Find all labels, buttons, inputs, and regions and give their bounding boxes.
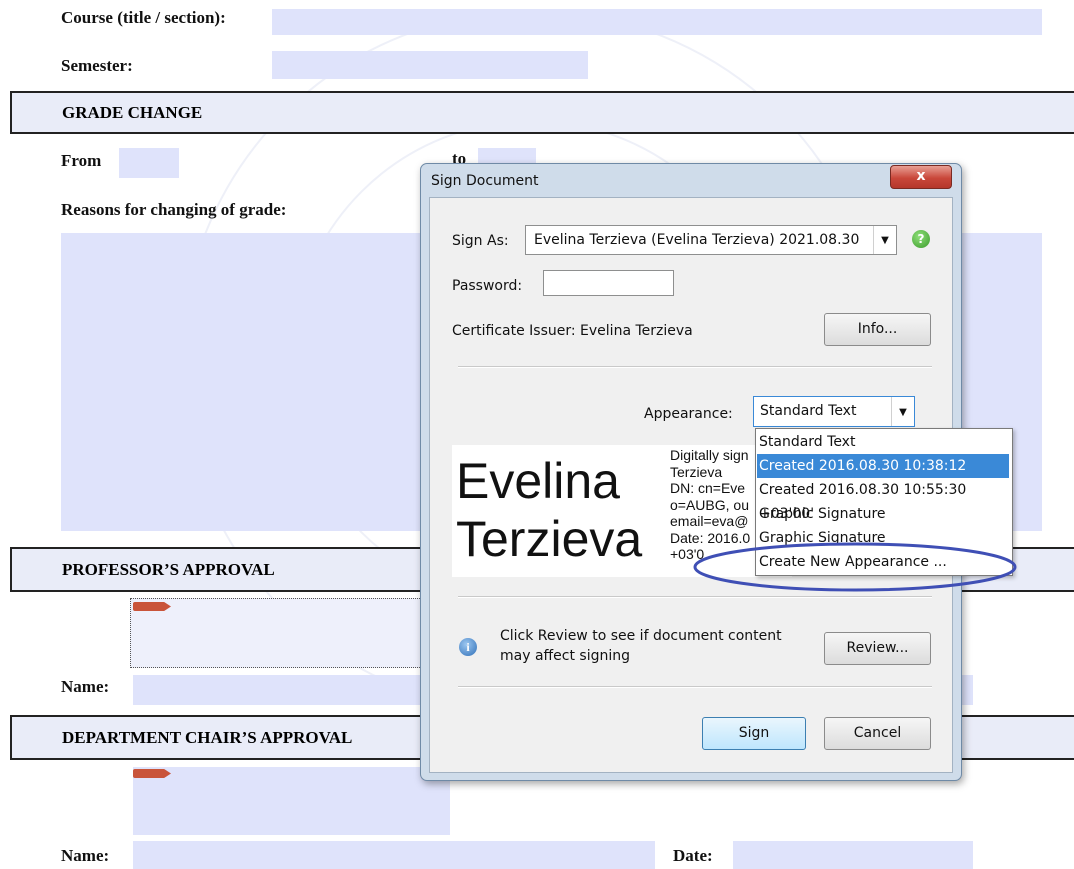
separator-3 [458, 686, 932, 688]
preview-name-line2: Terzieva [456, 511, 643, 567]
sign-as-select[interactable]: Evelina Terzieva (Evelina Terzieva) 2021… [525, 225, 897, 255]
sign-here-tag-1 [133, 602, 171, 611]
dialog-title: Sign Document [431, 173, 539, 189]
chair-signature-box[interactable] [133, 767, 450, 835]
semester-field[interactable] [272, 51, 588, 79]
name-label-1: Name: [61, 677, 110, 696]
professor-signature-box[interactable] [130, 598, 450, 668]
sign-here-tag-2 [133, 769, 171, 778]
from-label: From [61, 151, 102, 170]
course-field[interactable] [272, 9, 1042, 35]
date-label: Date: [673, 846, 713, 865]
cancel-button[interactable]: Cancel [824, 717, 931, 750]
sign-button[interactable]: Sign [702, 717, 806, 750]
professor-heading: PROFESSOR’S APPROVAL [62, 560, 275, 579]
preview-detail-line: Digitally sign [670, 447, 749, 463]
chevron-down-icon: ▼ [891, 397, 914, 426]
chevron-down-icon: ▼ [873, 226, 896, 254]
appearance-label: Appearance: [644, 406, 733, 422]
appearance-option[interactable]: Created 2016.08.30 10:55:30 +03'00' [757, 478, 1009, 522]
date-field[interactable] [733, 841, 973, 869]
highlight-ellipse-shape [693, 542, 1017, 592]
appearance-option-selected[interactable]: Created 2016.08.30 10:38:12 +03'00' [757, 454, 1009, 498]
help-icon[interactable]: ? [912, 230, 930, 248]
chair-name-field[interactable] [133, 841, 655, 869]
preview-detail-line: Terzieva [670, 463, 723, 480]
preview-name-line1: Evelina [456, 453, 620, 509]
sign-document-dialog: Sign Document x Sign As: Evelina Terziev… [420, 163, 1013, 781]
review-text-line2: may affect signing [500, 648, 631, 664]
course-label: Course (title / section): [61, 8, 226, 27]
preview-detail-line: o=AUBG, ou [670, 496, 749, 513]
name-label-2: Name: [61, 846, 110, 865]
info-icon: i [459, 638, 477, 656]
separator-1 [458, 366, 932, 368]
chair-heading: DEPARTMENT CHAIR’S APPROVAL [62, 728, 353, 747]
reasons-label: Reasons for changing of grade: [61, 200, 287, 219]
appearance-option[interactable]: Graphic Signature [757, 502, 1009, 526]
password-label: Password: [452, 278, 523, 294]
close-button[interactable]: x [890, 165, 952, 189]
preview-detail-line: DN: cn=Eve [670, 480, 746, 496]
password-input[interactable] [543, 270, 674, 296]
info-button[interactable]: Info... [824, 313, 931, 346]
appearance-option[interactable]: Standard Text [757, 430, 1009, 454]
sign-as-label: Sign As: [452, 233, 509, 249]
review-button[interactable]: Review... [824, 632, 931, 665]
sign-as-value: Evelina Terzieva (Evelina Terzieva) 2021… [534, 232, 860, 248]
appearance-value: Standard Text [760, 403, 857, 419]
review-text-line1: Click Review to see if document content [500, 628, 782, 644]
review-text: Click Review to see if document content … [500, 626, 782, 666]
from-field[interactable] [119, 148, 179, 178]
appearance-select[interactable]: Standard Text ▼ [753, 396, 915, 427]
certificate-issuer-text: Certificate Issuer: Evelina Terzieva [452, 323, 693, 339]
semester-label: Semester: [61, 56, 133, 75]
grade-change-band: GRADE CHANGE [10, 91, 1074, 134]
highlight-ellipse [693, 542, 1017, 592]
grade-change-heading: GRADE CHANGE [62, 103, 203, 122]
preview-detail-line: email=eva@ [670, 513, 749, 529]
